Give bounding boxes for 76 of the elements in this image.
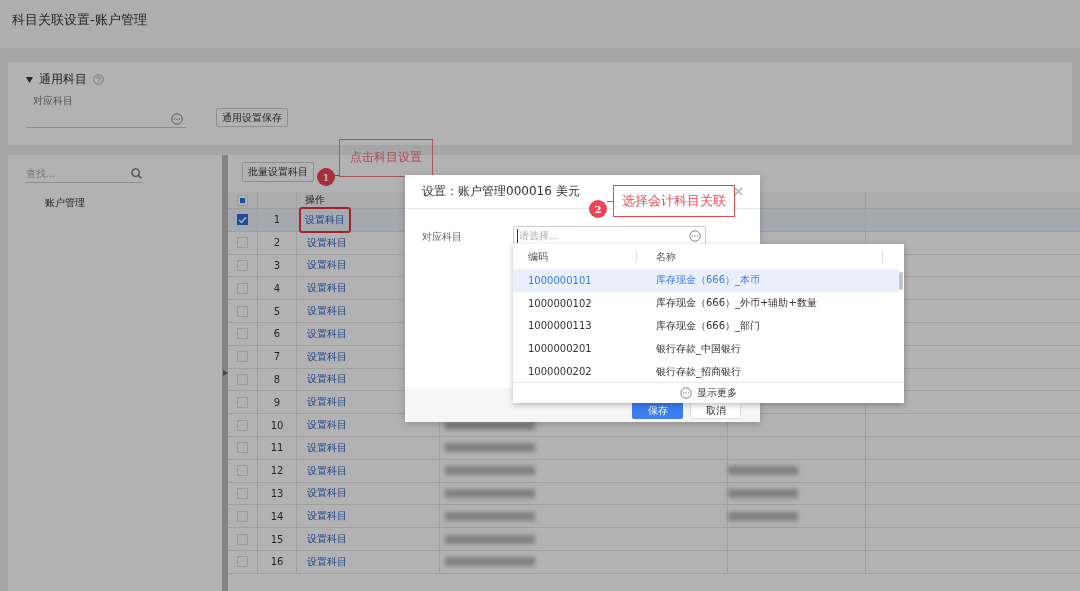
set-subject-link[interactable]: 设置科目 (305, 483, 349, 504)
option-row[interactable]: 1000000101 库存现金（666）_本币 (513, 269, 899, 292)
set-subject-link[interactable]: 设置科目 (305, 529, 349, 550)
option-row[interactable]: 1000000202 银行存款_招商银行 (513, 360, 899, 382)
option-row[interactable]: 1000000102 库存现金（666）_外币+辅助+数量 (513, 291, 899, 315)
select-all-checkbox[interactable] (237, 194, 248, 206)
option-name: 银行存款_招商银行 (656, 364, 741, 379)
redacted-text (728, 511, 798, 521)
column-header: 名称 (656, 249, 676, 264)
row-number: 8 (273, 373, 281, 385)
column-header: 编码 (528, 249, 548, 264)
expand-arrow-icon (222, 370, 228, 376)
option-code: 1000000113 (528, 320, 592, 332)
callout-box: 选择会计科目关联 (613, 185, 735, 217)
row-number: 7 (273, 351, 281, 363)
row-number: 13 (270, 487, 284, 499)
splitter[interactable] (222, 155, 228, 591)
placeholder-text: 请选择... (517, 228, 559, 243)
scrollbar-thumb[interactable] (899, 272, 903, 290)
row-number: 9 (273, 396, 281, 408)
option-name: 库存现金（666）_部门 (656, 319, 761, 333)
redacted-text (728, 466, 798, 476)
page-title: 科目关联设置-账户管理 (12, 12, 147, 27)
ellipsis-icon (689, 229, 701, 242)
option-name: 库存现金（666）_外币+辅助+数量 (656, 296, 817, 311)
field-label: 对应科目 (33, 94, 74, 108)
row-checkbox[interactable] (237, 214, 248, 226)
redacted-text (728, 488, 798, 498)
batch-button[interactable]: 批量设置科目 (242, 162, 314, 182)
set-subject-link[interactable]: 设置科目 (301, 208, 349, 231)
row-number: 12 (270, 465, 284, 477)
save-button[interactable]: 通用设置保存 (216, 107, 288, 127)
row-number: 3 (273, 260, 281, 271)
option-code: 1000000201 (528, 343, 592, 355)
column-header: 操作 (305, 193, 325, 207)
dialog-title: 设置：账户管理000016 美元 (422, 183, 580, 200)
set-subject-link[interactable]: 设置科目 (305, 437, 349, 458)
option-code: 1000000101 (528, 274, 592, 286)
row-number: 10 (270, 419, 284, 431)
help-icon (93, 74, 104, 85)
set-subject-link[interactable]: 设置科目 (305, 301, 349, 322)
ellipsis-icon (171, 112, 183, 125)
set-subject-link[interactable]: 设置科目 (305, 506, 349, 527)
field-label: 对应科目 (422, 230, 463, 244)
option-code: 1000000202 (528, 366, 592, 378)
option-name: 库存现金（666）_本币 (656, 273, 761, 288)
row-number: 11 (270, 442, 284, 454)
row-number: 16 (270, 556, 284, 568)
search-icon (131, 168, 142, 179)
set-subject-link[interactable]: 设置科目 (305, 232, 349, 253)
option-code: 1000000102 (528, 297, 592, 309)
set-subject-link[interactable]: 设置科目 (305, 415, 349, 436)
set-subject-link[interactable]: 设置科目 (305, 551, 349, 572)
row-number: 4 (273, 282, 281, 294)
option-row[interactable]: 1000000201 银行存款_中国银行 (513, 337, 899, 361)
close-icon (734, 187, 743, 196)
row-number: 6 (273, 328, 281, 340)
set-subject-link[interactable]: 设置科目 (305, 278, 349, 299)
input-field[interactable] (26, 110, 186, 128)
section-title[interactable]: 通用科目 (39, 71, 87, 88)
sidebar-item[interactable]: 账户管理 (45, 196, 85, 210)
row-number: 1 (273, 214, 281, 226)
set-subject-link[interactable]: 设置科目 (305, 255, 349, 276)
row-number: 14 (270, 510, 284, 522)
row-number: 5 (273, 305, 281, 317)
set-subject-link[interactable]: 设置科目 (305, 323, 349, 344)
option-row[interactable]: 1000000113 库存现金（666）_部门 (513, 314, 899, 338)
ellipsis-icon (680, 387, 692, 399)
set-subject-link[interactable]: 设置科目 (305, 460, 349, 481)
option-name: 银行存款_中国银行 (656, 341, 741, 356)
set-subject-link[interactable]: 设置科目 (305, 346, 349, 367)
set-subject-link[interactable]: 设置科目 (305, 392, 349, 413)
row-number: 15 (270, 533, 284, 545)
set-subject-link[interactable]: 设置科目 (305, 369, 349, 390)
show-more-button[interactable]: 显示更多 (680, 386, 737, 400)
row-number: 2 (273, 237, 281, 249)
